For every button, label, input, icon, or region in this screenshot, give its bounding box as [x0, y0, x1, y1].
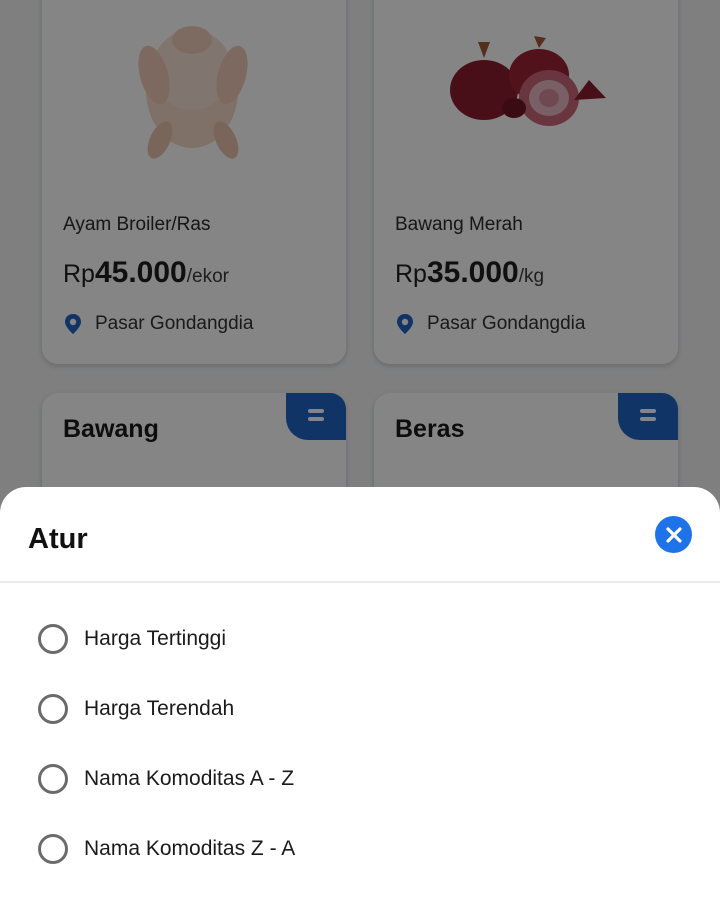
- sheet-title: Atur: [28, 523, 88, 555]
- radio-button[interactable]: [38, 764, 68, 794]
- radio-button[interactable]: [38, 834, 68, 864]
- close-button[interactable]: [655, 516, 692, 553]
- radio-button[interactable]: [38, 624, 68, 654]
- option-label: Nama Komoditas A - Z: [84, 767, 295, 790]
- option-label: Harga Tertinggi: [84, 627, 227, 650]
- option-label: Harga Terendah: [84, 697, 235, 720]
- divider: [0, 581, 720, 583]
- sort-bottom-sheet: Atur Harga Tertinggi Harga Terendah Nama…: [0, 487, 720, 919]
- close-icon: [665, 526, 682, 543]
- radio-button[interactable]: [38, 694, 68, 724]
- sort-option-harga-tertinggi[interactable]: Harga Tertinggi: [38, 619, 226, 659]
- sort-option-nama-z-a[interactable]: Nama Komoditas Z - A: [38, 829, 295, 869]
- sort-option-nama-a-z[interactable]: Nama Komoditas A - Z: [38, 759, 294, 799]
- option-label: Nama Komoditas Z - A: [84, 837, 296, 860]
- sort-option-harga-terendah[interactable]: Harga Terendah: [38, 689, 234, 729]
